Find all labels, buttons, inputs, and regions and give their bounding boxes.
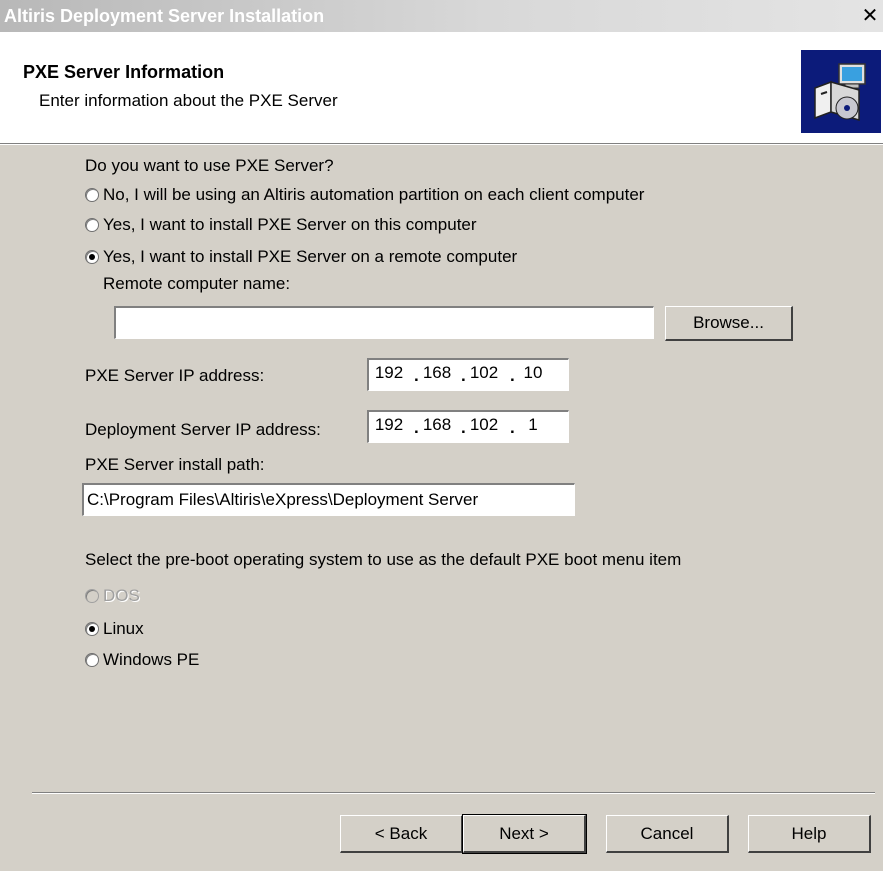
close-icon[interactable]: ✕ (857, 4, 883, 28)
radio-no-pxe-label[interactable]: No, I will be using an Altiris automatio… (103, 185, 644, 205)
ds-ip-octet: 1 (528, 415, 538, 434)
preboot-question-label: Select the pre-boot operating system to … (85, 550, 682, 569)
radio-local-pxe-label[interactable]: Yes, I want to install PXE Server on thi… (103, 215, 477, 235)
radio-no-pxe[interactable] (85, 188, 99, 202)
install-computer-icon (801, 50, 881, 133)
pxe-ip-octet: 10 (523, 363, 543, 382)
radio-remote-pxe-label[interactable]: Yes, I want to install PXE Server on a r… (103, 247, 517, 267)
radio-linux-label[interactable]: Linux (103, 619, 144, 639)
back-button[interactable]: < Back (340, 815, 463, 853)
ds-ip-octet: 168 (422, 415, 452, 434)
pxe-ip-octet: 192 (374, 363, 404, 382)
remote-name-input[interactable] (114, 306, 654, 339)
next-button[interactable]: Next > (462, 814, 587, 854)
radio-windows-pe-label[interactable]: Windows PE (103, 650, 199, 670)
wizard-header: PXE Server Information Enter information… (0, 32, 883, 144)
radio-windows-pe[interactable] (85, 653, 99, 667)
radio-local-pxe[interactable] (85, 218, 99, 232)
ds-ip-octet: 192 (374, 415, 404, 434)
radio-remote-pxe[interactable] (85, 250, 99, 264)
footer-divider (32, 792, 875, 794)
radio-linux[interactable] (85, 622, 99, 636)
radio-dos-label: DOS (103, 586, 140, 605)
ds-ip-input[interactable]: 192 . 168 . 102 . 1 (367, 410, 569, 443)
page-subtitle: Enter information about the PXE Server (39, 91, 338, 110)
title-bar: Altiris Deployment Server Installation ✕ (0, 0, 883, 32)
browse-button[interactable]: Browse... (665, 306, 793, 341)
ds-ip-octet: 102 (469, 415, 499, 434)
install-path-input[interactable]: C:\Program Files\Altiris\eXpress\Deploym… (82, 483, 575, 516)
remote-name-label: Remote computer name: (103, 274, 291, 293)
pxe-ip-label: PXE Server IP address: (85, 366, 265, 385)
install-path-label: PXE Server install path: (85, 455, 265, 474)
radio-dos (85, 589, 99, 603)
page-title: PXE Server Information (23, 62, 225, 82)
window-title: Altiris Deployment Server Installation (4, 6, 325, 26)
pxe-ip-input[interactable]: 192 . 168 . 102 . 10 (367, 358, 569, 391)
help-button[interactable]: Help (748, 815, 871, 853)
pxe-ip-octet: 102 (469, 363, 499, 382)
cancel-button[interactable]: Cancel (606, 815, 729, 853)
install-path-value: C:\Program Files\Altiris\eXpress\Deploym… (87, 490, 479, 509)
pxe-question-label: Do you want to use PXE Server? (85, 156, 334, 175)
ds-ip-label: Deployment Server IP address: (85, 420, 321, 439)
pxe-ip-octet: 168 (422, 363, 452, 382)
